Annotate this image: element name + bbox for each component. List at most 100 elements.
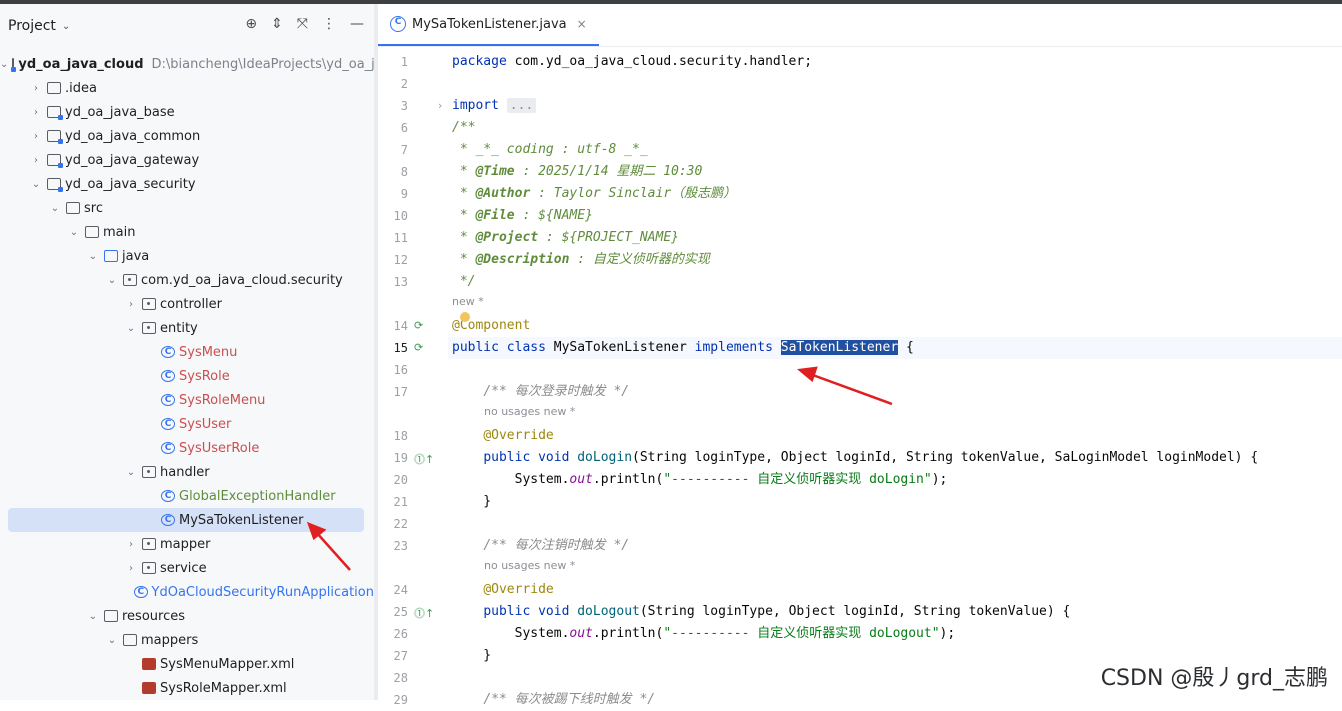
tree-item-label: java [122, 248, 150, 264]
tree-item[interactable]: ⌄ src [0, 196, 374, 220]
tree-item[interactable]: C SysMenu [0, 340, 374, 364]
code-line[interactable]: /** 每次登录时触发 */ [452, 381, 629, 403]
chevron-right-icon[interactable]: › [124, 539, 138, 550]
chevron-down-icon[interactable]: ⌄ [48, 203, 62, 214]
code-line[interactable]: } [452, 491, 491, 513]
chevron-down-icon[interactable]: ⌄ [0, 59, 8, 70]
tree-item[interactable]: C MySaTokenListener [8, 508, 364, 532]
inlay-hint[interactable]: no usages new * [484, 559, 575, 572]
folder-icon [104, 610, 118, 622]
code-line[interactable]: @Override [452, 579, 553, 601]
tree-item[interactable]: C SysRole [0, 364, 374, 388]
chevron-right-icon[interactable]: › [29, 155, 43, 166]
chevron-down-icon[interactable]: ⌄ [124, 323, 138, 334]
class-icon: C [161, 490, 175, 502]
gutter-marker-icon[interactable]: ⓵↑ [414, 451, 434, 467]
code-line[interactable]: * _*_ coding : utf-8 _*_ [452, 139, 648, 161]
inlay-hint[interactable]: no usages new * [484, 405, 575, 418]
tree-item[interactable]: C SysRoleMenu [0, 388, 374, 412]
code-line[interactable]: package com.yd_oa_java_cloud.security.ha… [452, 51, 812, 73]
chevron-right-icon[interactable]: › [29, 83, 43, 94]
folder-icon [123, 634, 137, 646]
code-line[interactable]: */ [452, 271, 476, 293]
expand-all-icon[interactable]: ⇕ [271, 16, 283, 32]
tree-item-label: mappers [141, 632, 199, 648]
code-line[interactable]: public class MySaTokenListener implement… [448, 337, 1342, 359]
tree-item[interactable]: SysMenuMapper.xml [0, 652, 374, 676]
chevron-right-icon[interactable]: › [124, 563, 138, 574]
tree-item-label: yd_oa_java_gateway [65, 152, 200, 168]
chevron-down-icon[interactable]: ⌄ [62, 21, 70, 32]
tree-item[interactable]: › controller [0, 292, 374, 316]
tree-item-label: SysRoleMapper.xml [160, 680, 287, 696]
chevron-right-icon[interactable]: › [124, 299, 138, 310]
code-line[interactable]: * @Author : Taylor Sinclair（殷志鹏） [452, 183, 736, 205]
tree-item[interactable]: › yd_oa_java_gateway [0, 148, 374, 172]
chevron-right-icon[interactable]: › [29, 131, 43, 142]
tree-item[interactable]: ⌄ resources [0, 604, 374, 628]
tree-item[interactable]: C SysUser [0, 412, 374, 436]
tab-mysatokenlistener[interactable]: C MySaTokenListener.java × [378, 4, 599, 46]
code-area[interactable]: package com.yd_oa_java_cloud.security.ha… [448, 47, 1342, 707]
code-line[interactable]: } [452, 645, 491, 667]
tree-item[interactable]: ⌄ main [0, 220, 374, 244]
tree-item[interactable]: › yd_oa_java_common [0, 124, 374, 148]
tree-item[interactable]: › yd_oa_java_base [0, 100, 374, 124]
tree-item[interactable]: C GlobalExceptionHandler [0, 484, 374, 508]
tree-item-label: SysMenu [179, 344, 238, 360]
gutter-marker-icon[interactable]: ⟳ [414, 341, 423, 354]
chevron-right-icon[interactable]: › [29, 107, 43, 118]
code-line[interactable]: import ... [452, 95, 537, 117]
chevron-down-icon[interactable]: ⌄ [105, 635, 119, 646]
tree-item[interactable]: ⌄ mappers [0, 628, 374, 652]
line-number: 23 [393, 539, 408, 553]
tree-item-label: mapper [160, 536, 211, 552]
chevron-down-icon[interactable]: ⌄ [67, 227, 81, 238]
tree-item[interactable]: ⌄ entity [0, 316, 374, 340]
editor-gutter: 1 2 3 › 6 7 8 9 10 11 12 13 14 ⟳ 15 ⟳ 16 17 18 19 ⓵↑ 20 21 22 23… [378, 47, 448, 707]
tree-item[interactable]: ⌄ handler [0, 460, 374, 484]
tree-item[interactable]: C YdOaCloudSecurityRunApplication [0, 580, 374, 604]
code-line[interactable]: @Override [452, 425, 553, 447]
tree-item[interactable]: C SysUserRole [0, 436, 374, 460]
code-line[interactable]: System.out.println("---------- 自定义侦听器实现 … [452, 469, 948, 491]
code-line[interactable]: * @File : ${NAME} [452, 205, 593, 227]
code-line[interactable]: public void doLogout(String loginType, O… [452, 601, 1070, 623]
inlay-hint[interactable]: new * [452, 295, 484, 308]
modfolder-icon [47, 106, 63, 120]
tree-item[interactable]: ⌄ java [0, 244, 374, 268]
tree-item[interactable]: ⌄ com.yd_oa_java_cloud.security [0, 268, 374, 292]
tree-item[interactable]: › service [0, 556, 374, 580]
tree-item[interactable]: ⌄ yd_oa_java_security [0, 172, 374, 196]
tree-item[interactable]: › mapper [0, 532, 374, 556]
code-line[interactable]: public void doLogin(String loginType, Ob… [452, 447, 1258, 469]
tree-item[interactable]: ⌄ yd_oa_java_cloud D:\biancheng\IdeaProjec… [0, 52, 374, 76]
close-icon[interactable]: × [577, 17, 587, 31]
chevron-down-icon[interactable]: ⌄ [29, 179, 43, 190]
line-number: 1 [400, 55, 408, 69]
code-line[interactable]: * @Project : ${PROJECT_NAME} [452, 227, 679, 249]
code-line[interactable]: /** [452, 117, 475, 139]
chevron-down-icon[interactable]: ⌄ [86, 251, 100, 262]
modfolder-icon [11, 58, 17, 72]
tree-item[interactable]: SysRoleMapper.xml [0, 676, 374, 700]
hide-panel-icon[interactable]: — [350, 16, 364, 32]
project-panel-title[interactable]: Project [8, 18, 56, 34]
more-options-icon[interactable]: ⋮ [322, 16, 336, 32]
locate-icon[interactable]: ⊕ [245, 16, 257, 32]
lightbulb-icon[interactable] [460, 312, 470, 322]
collapse-all-icon[interactable]: ⤧ [297, 16, 308, 32]
gutter-marker-icon[interactable]: ⓵↑ [414, 605, 434, 621]
gutter-marker-icon[interactable]: ⟳ [414, 319, 423, 332]
code-line[interactable]: * @Description : 自定义侦听器的实现 [452, 249, 710, 271]
tree-item[interactable]: › .idea [0, 76, 374, 100]
fold-chevron-icon[interactable]: › [438, 99, 442, 112]
chevron-down-icon[interactable]: ⌄ [105, 275, 119, 286]
tree-item-label: entity [160, 320, 198, 336]
code-line[interactable]: /** 每次注销时触发 */ [452, 535, 629, 557]
chevron-down-icon[interactable]: ⌄ [86, 611, 100, 622]
code-line[interactable]: * @Time : 2025/1/14 星期二 10:30 [452, 161, 703, 183]
code-line[interactable]: /** 每次被踢下线时触发 */ [452, 689, 655, 711]
chevron-down-icon[interactable]: ⌄ [124, 467, 138, 478]
code-line[interactable]: System.out.println("---------- 自定义侦听器实现 … [452, 623, 956, 645]
